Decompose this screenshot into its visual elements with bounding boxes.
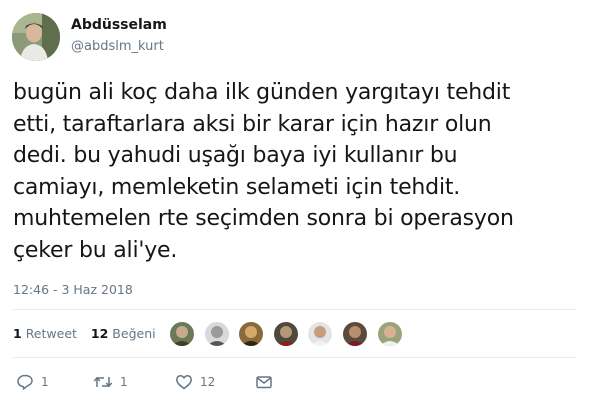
like-stat-label: Beğeni: [112, 326, 156, 341]
liker-avatar[interactable]: [377, 322, 402, 346]
like-stat[interactable]: 12 Beğeni: [91, 326, 156, 341]
heart-icon: [176, 374, 192, 389]
tweet-text-line: muhtemelen rte seçimden sonra bi operasy…: [13, 206, 514, 231]
tweet-timestamp[interactable]: 12:46 - 3 Haz 2018: [13, 282, 133, 297]
tweet-text-line: camiayı, memleketin selameti için tehdit…: [13, 174, 461, 200]
author-avatar[interactable]: [12, 13, 60, 61]
retweet-stat[interactable]: 1 Retweet: [13, 326, 77, 341]
author-display-name[interactable]: Abdüsselam: [71, 17, 167, 33]
tweet-card: Abdüsselam @abdslm_kurt bugün ali koç da…: [0, 0, 589, 415]
tweet-text-line: etti, taraftarlara aksi bir karar için h…: [13, 111, 492, 137]
like-button[interactable]: 12: [175, 372, 215, 390]
retweet-count: 1: [120, 374, 128, 389]
liker-avatar[interactable]: [342, 322, 367, 346]
engagement-stats: 1 Retweet 12 Beğeni: [13, 326, 156, 341]
liker-avatar[interactable]: [204, 322, 229, 346]
retweet-stat-count: 1: [13, 326, 22, 341]
tweet-text-line: çeker bu ali'ye.: [13, 237, 178, 263]
tweet-text-line: dedi. bu yahudi uşağı baya iyi kullanır …: [13, 143, 458, 168]
liker-avatar[interactable]: [239, 322, 264, 346]
envelope-icon: [256, 375, 272, 388]
divider: [13, 357, 576, 358]
avatar-image: [12, 13, 60, 61]
reply-count: 1: [41, 374, 49, 389]
like-count: 12: [200, 374, 216, 389]
retweet-stat-label: Retweet: [25, 326, 77, 341]
tweet-text-line: bugün ali koç daha ilk günden yargıtayı …: [13, 80, 511, 105]
retweet-button[interactable]: 1: [93, 372, 128, 390]
reply-button[interactable]: 1: [16, 372, 49, 390]
author-handle[interactable]: @abdslm_kurt: [71, 39, 164, 54]
retweet-icon: [93, 376, 113, 387]
liker-avatar[interactable]: [273, 322, 298, 346]
reply-icon: [17, 374, 33, 390]
liker-avatars: [170, 322, 407, 348]
liker-avatar[interactable]: [308, 322, 333, 346]
tweet-text: bugün ali koç daha ilk günden yargıtayı …: [13, 77, 583, 266]
divider: [13, 309, 576, 310]
liker-avatar[interactable]: [170, 322, 194, 346]
direct-message-button[interactable]: [255, 372, 273, 390]
like-stat-count: 12: [90, 326, 109, 341]
